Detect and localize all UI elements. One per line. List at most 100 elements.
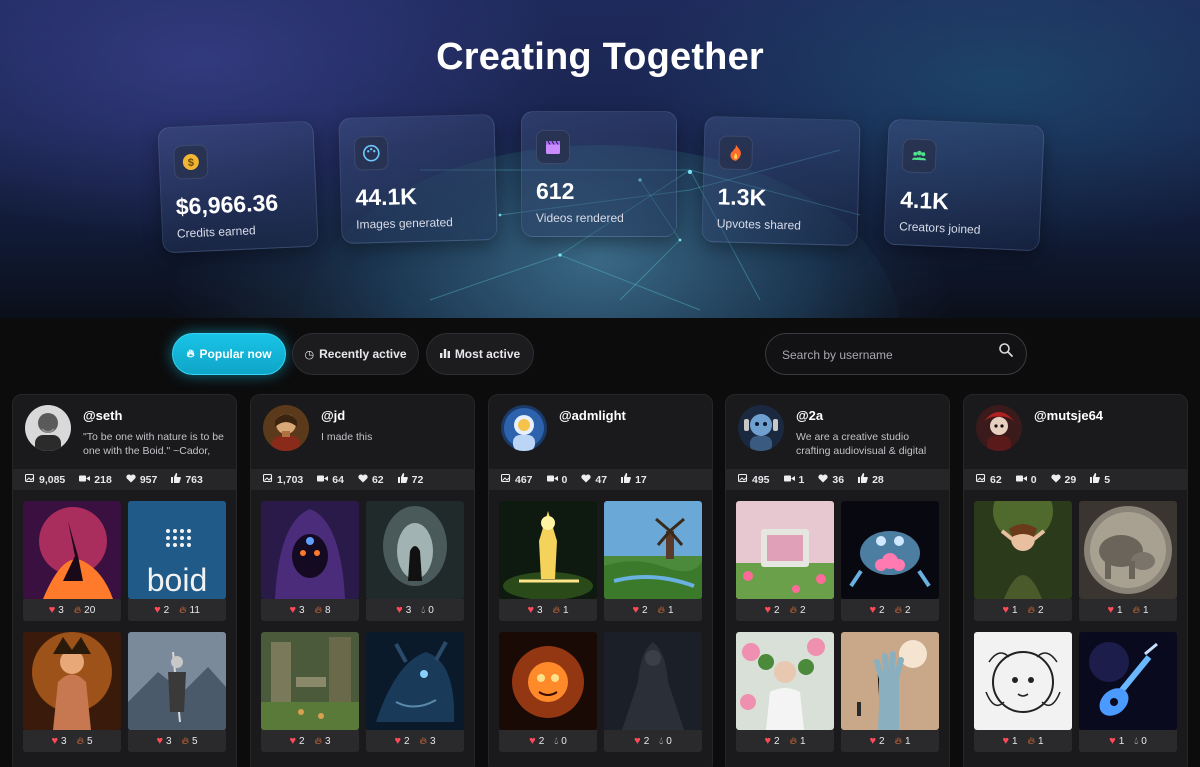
post-thumbnail[interactable]: [499, 632, 597, 730]
creator-avatar[interactable]: [25, 405, 71, 451]
post-thumbnail[interactable]: [841, 632, 939, 730]
post-thumbnail[interactable]: [366, 632, 464, 730]
tab-recently-active[interactable]: ◷ Recently active: [292, 333, 419, 375]
creator-avatar[interactable]: [738, 405, 784, 451]
post-thumbnail[interactable]: [366, 501, 464, 599]
post-thumbnail[interactable]: [23, 632, 121, 730]
stat-likes: 47: [581, 474, 607, 486]
like-count[interactable]: ♥ 2: [154, 604, 169, 616]
like-count[interactable]: ♥ 3: [290, 604, 305, 616]
like-count[interactable]: ♥ 1: [1003, 604, 1018, 616]
like-count[interactable]: ♥ 3: [396, 604, 411, 616]
tab-popular-now[interactable]: 🔥︎ Popular now: [172, 333, 286, 375]
like-count[interactable]: ♥ 2: [633, 604, 648, 616]
like-count[interactable]: ♥ 2: [290, 735, 305, 747]
image-gallery-icon: [24, 473, 35, 486]
reaction-count[interactable]: 🔥︎ 1: [658, 605, 674, 616]
reaction-count[interactable]: 🔥︎ 1: [1133, 605, 1149, 616]
stat-value: 72: [411, 473, 424, 486]
post-thumbnail[interactable]: [736, 501, 834, 599]
tab-most-active[interactable]: Most active: [426, 333, 534, 375]
search-box: [765, 333, 1027, 375]
heart-icon: ♥: [48, 604, 56, 616]
stat-value: $6,966.36: [175, 189, 279, 220]
creator-card[interactable]: @seth "To be one with nature is to be one…: [12, 394, 237, 767]
creator-username[interactable]: @mutsje64: [1034, 408, 1103, 423]
reaction-count[interactable]: 🔥︎ 8: [315, 605, 331, 616]
post-thumbnail[interactable]: boid: [128, 501, 226, 599]
like-count[interactable]: ♥ 2: [765, 735, 780, 747]
post-thumbnail[interactable]: [604, 501, 702, 599]
creator-card[interactable]: @2a We are a creative studio crafting aud…: [725, 394, 950, 767]
reaction-count[interactable]: 🔥︎ 5: [182, 736, 198, 747]
creator-card[interactable]: @admlight 467 0 47 17 ♥ 3 🔥︎ 1 ♥ 2 🔥︎ 1 ♥ 2 💧︎ 0 ♥ 2 💧︎ 0: [488, 394, 713, 767]
like-count[interactable]: ♥ 3: [157, 735, 172, 747]
reaction-count[interactable]: 💧︎ 0: [554, 736, 567, 747]
reaction-count[interactable]: 🔥︎ 3: [315, 736, 331, 747]
like-count[interactable]: ♥ 2: [395, 735, 410, 747]
heart-icon: [1050, 473, 1061, 486]
creator-username[interactable]: @2a: [796, 408, 823, 423]
creator-avatar[interactable]: [501, 405, 547, 451]
fire-icon: 🔥︎: [789, 735, 797, 747]
heart-icon: ♥: [764, 604, 772, 616]
reaction-count[interactable]: 🔥︎ 20: [74, 605, 95, 616]
post-thumbnail[interactable]: [261, 501, 359, 599]
like-count[interactable]: ♥ 3: [52, 735, 67, 747]
reaction-count[interactable]: 🔥︎ 1: [1028, 736, 1044, 747]
post-thumbnail[interactable]: [604, 632, 702, 730]
stat-likes: 957: [126, 474, 157, 486]
post-thumbnail[interactable]: [841, 501, 939, 599]
post-thumbnail[interactable]: [1079, 632, 1177, 730]
like-count[interactable]: ♥ 3: [49, 604, 64, 616]
creator-avatar[interactable]: [263, 405, 309, 451]
post-thumbnail[interactable]: [261, 632, 359, 730]
creator-username[interactable]: @admlight: [559, 408, 626, 423]
heart-icon: [581, 473, 591, 486]
post-thumbnail[interactable]: [23, 501, 121, 599]
like-count[interactable]: ♥ 2: [765, 604, 780, 616]
like-count[interactable]: ♥ 2: [870, 735, 885, 747]
reaction-count[interactable]: 🔥︎ 1: [553, 605, 569, 616]
reaction-count[interactable]: 🔥︎ 2: [790, 605, 806, 616]
post-thumbnail[interactable]: [974, 501, 1072, 599]
post-thumbnail[interactable]: [499, 501, 597, 599]
post-thumbnail[interactable]: [736, 632, 834, 730]
creator-card[interactable]: @jd I made this 1,703 64 62 72 ♥ 3 🔥︎ 8 ♥ 3 💧︎ 0 ♥ 2 🔥︎ 3…: [250, 394, 475, 767]
reaction-count[interactable]: 💧︎ 0: [421, 605, 434, 616]
like-count[interactable]: ♥ 1: [1109, 735, 1124, 747]
search-input[interactable]: [782, 344, 982, 366]
reaction-count[interactable]: 💧︎ 0: [659, 736, 672, 747]
like-count[interactable]: ♥ 2: [870, 604, 885, 616]
droplet-icon: 💧︎: [421, 604, 426, 616]
like-count[interactable]: ♥ 1: [1108, 604, 1123, 616]
stat-value: 763: [185, 473, 203, 486]
post-thumbnail[interactable]: [1079, 501, 1177, 599]
reaction-count[interactable]: 🔥︎ 5: [77, 736, 93, 747]
creator-username[interactable]: @jd: [321, 408, 345, 423]
like-count[interactable]: ♥ 2: [634, 735, 649, 747]
reaction-count[interactable]: 🔥︎ 3: [420, 736, 436, 747]
reaction-count[interactable]: 💧︎ 0: [1134, 736, 1147, 747]
post-thumbnail[interactable]: [974, 632, 1072, 730]
creator-avatar[interactable]: [976, 405, 1022, 451]
search-icon[interactable]: [998, 342, 1014, 358]
reaction-count[interactable]: 🔥︎ 11: [179, 605, 200, 616]
creator-username[interactable]: @seth: [83, 408, 122, 423]
reaction-count[interactable]: 🔥︎ 1: [790, 736, 806, 747]
reaction-count[interactable]: 🔥︎ 2: [895, 605, 911, 616]
hero-banner: Creating Together $ $6,966.36 Credits ea…: [0, 0, 1200, 318]
like-count[interactable]: ♥ 1: [1003, 735, 1018, 747]
reaction-count[interactable]: 🔥︎ 1: [895, 736, 911, 747]
reaction-count[interactable]: 🔥︎ 2: [1028, 605, 1044, 616]
stat-value: 5: [1104, 473, 1111, 486]
video-camera-icon: [317, 474, 329, 486]
fire-icon: 🔥︎: [419, 735, 427, 747]
post-thumbnail[interactable]: [128, 632, 226, 730]
stat-upvotes: 72: [397, 473, 424, 486]
like-count[interactable]: ♥ 2: [529, 735, 544, 747]
creator-card[interactable]: @mutsje64 62 0 29 5 ♥ 1 🔥︎ 2 ♥ 1 🔥︎ 1 ♥ 1 🔥︎ 1 ♥ 1 💧︎ 0: [963, 394, 1188, 767]
like-count[interactable]: ♥ 3: [528, 604, 543, 616]
creator-bio: I made this: [321, 431, 373, 443]
svg-text:$: $: [188, 157, 195, 169]
